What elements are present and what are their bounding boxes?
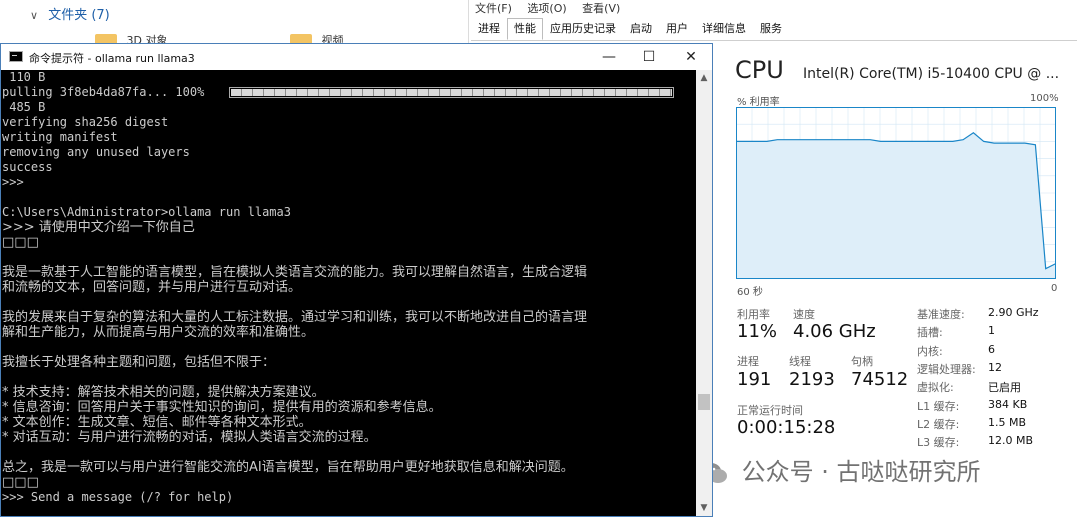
spec-value: 12.0 MB <box>988 434 1034 447</box>
console-line: 我是一款基于人工智能的语言模型，旨在模拟人类语言交流的能力。我可以理解自然语言，… <box>2 265 588 280</box>
spec-key: L2 缓存: <box>917 418 960 431</box>
console-line: 解和生产能力，从而提高与用户交流的效率和准确性。 <box>2 325 315 340</box>
scroll-down-icon[interactable]: ▼ <box>696 500 712 516</box>
spec-value: 2.90 GHz <box>988 306 1039 319</box>
spec-key: 内核: <box>917 345 943 358</box>
cpu-title: CPU <box>735 56 784 84</box>
console-line: verifying sha256 digest <box>2 115 169 129</box>
console-line: □□□ <box>2 475 39 490</box>
cpu-model-name: Intel(R) Core(TM) i5-10400 CPU @ ... <box>803 66 1060 82</box>
folders-section-header[interactable]: ∨ 文件夹 (7) <box>30 4 110 23</box>
spec-value: 12 <box>988 361 1002 374</box>
console-line: 和流畅的文本，回答问题，并与用户进行互动对话。 <box>2 280 302 295</box>
console-line: 我擅长于处理各种主题和问题，包括但不限于： <box>2 355 276 370</box>
spec-value: 1.5 MB <box>988 416 1027 429</box>
processes-value: 191 <box>737 369 772 390</box>
handles-label: 句柄 <box>851 355 873 368</box>
spec-key: 逻辑处理器: <box>917 363 976 376</box>
maximize-button[interactable]: ☐ <box>629 44 669 70</box>
speed-label: 速度 <box>793 308 815 321</box>
download-progress-bar <box>229 87 674 98</box>
console-line: □□□ <box>2 235 39 250</box>
utilization-axis-label: % 利用率 <box>737 97 780 108</box>
spec-key: L3 缓存: <box>917 436 960 449</box>
graph-area <box>736 132 1056 279</box>
task-manager-menubar: 文件(F) 选项(O) 查看(V) <box>475 0 632 16</box>
util-value: 11% <box>737 321 778 342</box>
console-line: C:\Users\Administrator>ollama run llama3 <box>2 205 291 219</box>
folders-header-label: 文件夹 (7) <box>48 8 110 23</box>
console-line: success <box>2 160 53 174</box>
spec-key: L1 缓存: <box>917 400 960 413</box>
tab-performance[interactable]: 性能 <box>507 18 543 40</box>
console-line: * 文本创作：生成文章、短信、邮件等各种文本形式。 <box>2 415 312 430</box>
console-line: 总之，我是一款可以与用户进行智能交流的AI语言模型，旨在帮助用户更好地获取信息和… <box>2 460 574 475</box>
chevron-down-icon: ∨ <box>30 9 39 22</box>
console-scrollbar[interactable]: ▲ ▼ <box>696 70 712 516</box>
spec-value: 6 <box>988 343 995 356</box>
tab-startup[interactable]: 启动 <box>623 18 659 40</box>
terminal-icon <box>9 51 23 62</box>
watermark: 公众号 · 古哒哒研究所 <box>700 452 981 487</box>
console-line: * 对话互动：与用户进行流畅的对话，模拟人类语言交流的过程。 <box>2 430 377 445</box>
console-line: removing any unused layers <box>2 145 190 159</box>
util-label: 利用率 <box>737 308 770 321</box>
console-line: * 技术支持：解答技术相关的问题，提供解决方案建议。 <box>2 385 325 400</box>
menu-options[interactable]: 选项(O) <box>527 2 566 15</box>
cmd-window-title: 命令提示符 - ollama run llama3 <box>29 52 195 65</box>
console-line: >>> Send a message (/? for help) <box>2 490 234 504</box>
handles-value: 74512 <box>851 369 909 390</box>
speed-value: 4.06 GHz <box>793 321 876 342</box>
progress-fill <box>231 89 672 96</box>
command-prompt-window[interactable]: 命令提示符 - ollama run llama3 — ☐ ✕ 110 Bpul… <box>0 43 713 517</box>
console-line: * 信息咨询：回答用户关于事实性知识的询问，提供有用的资源和参考信息。 <box>2 400 442 415</box>
tab-app-history[interactable]: 应用历史记录 <box>543 18 623 40</box>
scroll-up-icon[interactable]: ▲ <box>696 70 712 86</box>
spec-key: 虚拟化: <box>917 381 954 394</box>
console-line: 485 B <box>2 100 46 114</box>
spec-key: 插槽: <box>917 326 943 339</box>
close-button[interactable]: ✕ <box>671 44 711 70</box>
utilization-max-label: 100% <box>1030 93 1059 104</box>
console-line: pulling 3f8eb4da87fa... 100% <box>2 85 205 99</box>
minimize-button[interactable]: — <box>589 44 629 70</box>
watermark-text: 公众号 · 古哒哒研究所 <box>741 458 981 486</box>
scroll-thumb[interactable] <box>698 394 710 410</box>
uptime-value: 0:00:15:28 <box>737 417 836 438</box>
spec-value: 已启用 <box>988 381 1021 394</box>
tab-services[interactable]: 服务 <box>753 18 789 40</box>
processes-label: 进程 <box>737 355 759 368</box>
threads-value: 2193 <box>789 369 835 390</box>
threads-label: 线程 <box>789 355 811 368</box>
tab-users[interactable]: 用户 <box>659 18 695 40</box>
task-manager-tabs: 进程 性能 应用历史记录 启动 用户 详细信息 服务 <box>471 18 1077 41</box>
spec-value: 384 KB <box>988 398 1028 411</box>
console-output[interactable]: 110 Bpulling 3f8eb4da87fa... 100% 485 Bv… <box>1 70 695 516</box>
console-line: >>> 请使用中文介绍一下你自己 <box>2 220 195 235</box>
tab-details[interactable]: 详细信息 <box>695 18 753 40</box>
time-span-label: 60 秒 <box>737 287 763 298</box>
console-line: writing manifest <box>2 130 118 144</box>
spec-key: 基准速度: <box>917 308 965 321</box>
cpu-utilization-graph <box>736 107 1056 279</box>
console-line: 110 B <box>2 70 46 84</box>
spec-value: 1 <box>988 324 995 337</box>
console-line: 我的发展来自于复杂的算法和大量的人工标注数据。通过学习和训练，我可以不断地改进自… <box>2 310 588 325</box>
cmd-titlebar[interactable]: 命令提示符 - ollama run llama3 — ☐ ✕ <box>1 44 712 70</box>
menu-view[interactable]: 查看(V) <box>582 2 620 15</box>
menu-file[interactable]: 文件(F) <box>475 2 512 15</box>
uptime-label: 正常运行时间 <box>737 404 803 417</box>
console-line: >>> <box>2 175 24 189</box>
time-zero-label: 0 <box>1051 283 1058 294</box>
tab-processes[interactable]: 进程 <box>471 18 507 40</box>
